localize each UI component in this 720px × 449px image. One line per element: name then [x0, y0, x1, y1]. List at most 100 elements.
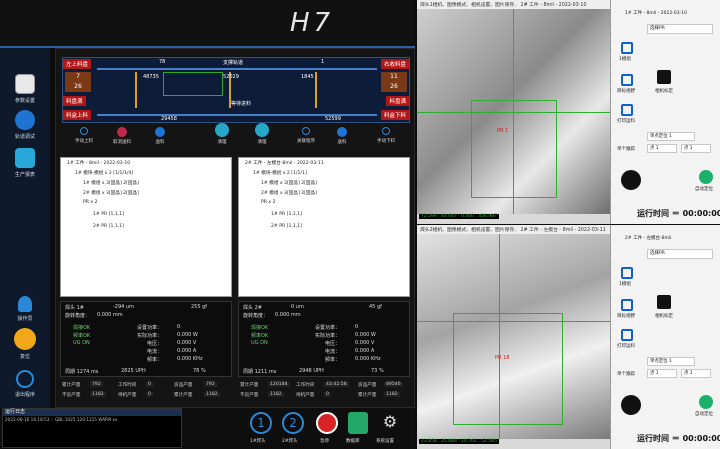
head-2-button[interactable]: 2 — [282, 412, 304, 434]
tree-item[interactable]: PR x 2 — [83, 200, 98, 205]
tree-item[interactable]: 2# PR [1,1,1] — [93, 224, 124, 229]
tree-item[interactable]: 1# 模块-模组 x 2 [1/1/1/4] — [75, 170, 133, 176]
sidebar-item-label: 生产报表 — [14, 172, 35, 178]
uph: 2948 UPH — [299, 368, 324, 374]
tree-title[interactable]: 1# 工件 - 8mil - 2022-03-10 — [67, 160, 130, 166]
report-icon — [15, 148, 35, 168]
tree-title[interactable]: 2# 工件 - 左模台-8mil - 2022-03-11 — [245, 160, 324, 166]
stat-cell: 120184 — [268, 382, 290, 387]
view-label: 目标视野 — [617, 314, 635, 319]
play-button[interactable] — [621, 395, 641, 415]
sidebar-item-params[interactable]: 参数设置 — [0, 74, 50, 104]
settings-gear-button[interactable]: ⚙ — [380, 412, 400, 434]
sidebar-item-reset[interactable]: 复位 — [0, 328, 50, 360]
camera-toolbar[interactable]: 焊头1相机、图像模式、相机设置、图片保存、 2# 工件 - 8mil - 202… — [417, 0, 610, 9]
clean-button-right[interactable]: 清理 — [244, 123, 280, 145]
pr-select[interactable]: 选择PR — [647, 24, 713, 34]
emergency-caption: 急停 — [320, 439, 329, 444]
auto-locate-button[interactable] — [699, 170, 713, 184]
tree-item[interactable]: 2# 模组 x 3[固晶] 2[固晶] — [83, 190, 139, 196]
bond-head-info-left: 焊头 1# -294 um 255 gf 旋转角度： 0.000 mm 焊接OK… — [60, 301, 232, 377]
stat-cell: 待机产量 — [118, 393, 137, 398]
camera-toolbar[interactable]: 焊头2相机、图像模式、相机设置、图片保存、 2# 工件 - 左模台 - 8mil… — [417, 225, 610, 234]
pr-select[interactable]: 选择PR — [647, 249, 713, 259]
sidebar-item-report[interactable]: 生产报表 — [0, 148, 50, 178]
camera-calib-button[interactable] — [657, 70, 671, 84]
panel-title: 1# 工件 - 8mil - 2022-03-10 — [625, 11, 687, 16]
emergency-stop-button[interactable] — [316, 412, 338, 434]
app-logo: H7 — [290, 8, 335, 38]
support-speed-label: 支撑轨道 — [223, 60, 244, 66]
sidebar-item-exit[interactable]: 退出程序 — [0, 370, 50, 398]
cancel-feed-button[interactable]: 取消送料 — [104, 127, 140, 145]
tree-item[interactable]: 2# PR [1,1,1] — [271, 224, 302, 229]
feed-button-right[interactable]: 送料 — [324, 127, 360, 145]
point-select-b[interactable]: 点 1 — [681, 369, 711, 378]
tree-item[interactable]: 1# 模组 x 3[固晶] 2[固晶] — [83, 180, 139, 186]
right-top-value: 11 — [390, 73, 398, 80]
view-button[interactable] — [621, 74, 633, 86]
point-select-b[interactable]: 点 1 — [681, 144, 711, 153]
tree-item[interactable]: PR x 2 — [261, 200, 276, 205]
stats-left: 累计产量 792 工作时间 0 良品产量 792 不良产量 1182 待机产量 … — [60, 381, 232, 403]
square-icon — [382, 127, 390, 135]
auto-locate-button[interactable] — [699, 395, 713, 409]
camera-view-bottom[interactable]: 焊头2相机、图像模式、相机设置、图片保存、 2# 工件 - 左模台 - 8mil… — [417, 225, 610, 449]
square-icon — [80, 127, 88, 135]
point-select-a[interactable]: 点 1 — [647, 369, 677, 378]
head-1-button[interactable]: 1 — [250, 412, 272, 434]
current-value: 0.000 A — [355, 348, 375, 354]
locate-select[interactable]: 单点定位 1 — [647, 357, 695, 366]
manual-load-button[interactable]: 手动上料 — [66, 127, 102, 144]
head-label: 焊头 1# — [65, 305, 84, 311]
right-mid-value: 26 — [390, 83, 398, 90]
top-right-label: 右收料盘 — [380, 59, 409, 69]
clean-button-left[interactable]: 清理 — [204, 123, 240, 145]
real-power-value: 0.000 W — [355, 332, 376, 338]
module-button[interactable] — [621, 267, 633, 279]
arrow-right-icon — [155, 127, 165, 137]
top-header: H7 — [0, 0, 415, 48]
feed-button-left[interactable]: 送料 — [142, 127, 178, 145]
tree-item[interactable]: 1# 模组 x 3[固晶] 2[固晶] — [261, 180, 317, 186]
square-icon — [302, 127, 310, 135]
locate-select[interactable]: 单点定位 1 — [647, 132, 695, 141]
stat-cell: 累计产量 — [240, 383, 259, 388]
cycle-time: 周期 1211 ms — [243, 369, 277, 375]
manual-unload-button[interactable]: 手动下料 — [366, 127, 406, 144]
refresh-icon — [215, 123, 229, 137]
top-left-label: 左上料盘 — [63, 59, 92, 69]
tree-item[interactable]: 1# PR [1,1,1] — [271, 212, 302, 217]
link-program-button[interactable]: 关联程序 — [288, 127, 324, 144]
toolbar-label: 取消送料 — [113, 140, 131, 145]
print-button[interactable] — [621, 329, 633, 341]
play-button[interactable] — [621, 170, 641, 190]
sidebar-item-label: 操作员 — [17, 316, 33, 322]
module-button[interactable] — [621, 42, 633, 54]
sidebar-item-operator[interactable]: 操作员 — [0, 296, 50, 322]
program-tree-left: 1# 工件 - 8mil - 2022-03-10 1# 模块-模组 x 2 [… — [60, 157, 232, 297]
database-button[interactable] — [348, 412, 368, 434]
camera-calib-button[interactable] — [657, 295, 671, 309]
stat-cell: 0 — [324, 392, 331, 397]
select-value: 单点定位 1 — [650, 134, 672, 139]
view-button[interactable] — [621, 299, 633, 311]
coord-readout: 23.858 , 35.660 : 10.702 , 52.565 — [419, 439, 499, 444]
view-label: 目标视野 — [617, 89, 635, 94]
stat-cell: 1182 — [204, 392, 220, 397]
print-button[interactable] — [621, 104, 633, 116]
toolbar-label: 送料 — [337, 140, 347, 145]
sidebar-item-track-debug[interactable]: 轨道调试 — [0, 110, 50, 140]
angle-value: 0.000 mm — [97, 312, 123, 318]
tree-item[interactable]: 1# 模块-模组 x 2 [1/1/1] — [253, 170, 307, 176]
head-value: -294 um — [113, 304, 134, 310]
real-power-label: 实际功率： — [137, 333, 163, 339]
tree-item[interactable]: 1# PR [1,1,1] — [93, 212, 124, 217]
track-toolbar: 手动上料 取消送料 送料 清理 清理 关联程序 送料 手动下料 — [62, 123, 410, 153]
point-select-a[interactable]: 点 1 — [647, 144, 677, 153]
auto-locate-label: 自动定位 — [695, 187, 713, 192]
tree-item[interactable]: 2# 模组 x 3[固晶] 2[固晶] — [261, 190, 317, 196]
camera-view-top[interactable]: 焊头1相机、图像模式、相机设置、图片保存、 2# 工件 - 8mil - 202… — [417, 0, 610, 224]
freq-label: 频率： — [325, 357, 341, 363]
status-freq: 频率OK — [73, 333, 91, 339]
